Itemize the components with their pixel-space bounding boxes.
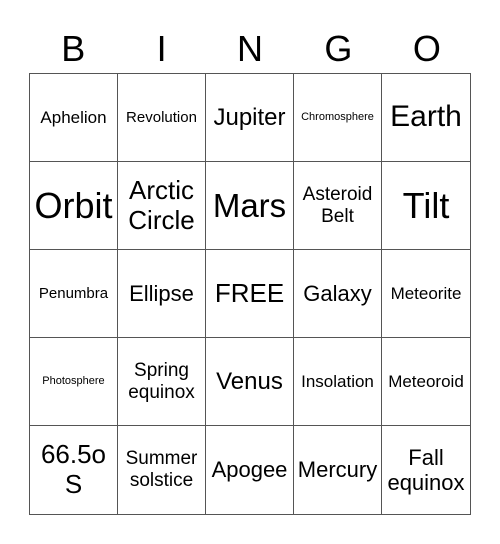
header-letter-i: I <box>156 28 167 69</box>
bingo-cell[interactable]: Summer solstice <box>118 426 206 514</box>
bingo-cell[interactable]: Arctic Circle <box>118 162 206 250</box>
header-letter-n: N <box>237 28 264 69</box>
header-letter-g: G <box>324 28 353 69</box>
bingo-cell[interactable]: Earth <box>382 74 470 162</box>
bingo-cell[interactable]: Jupiter <box>206 74 294 162</box>
bingo-cell[interactable]: Meteoroid <box>382 338 470 426</box>
bingo-header: B I N G O <box>29 26 471 72</box>
bingo-cell[interactable]: Penumbra <box>30 250 118 338</box>
bingo-cell[interactable]: Tilt <box>382 162 470 250</box>
bingo-cell[interactable]: Insolation <box>294 338 382 426</box>
bingo-cell[interactable]: Apogee <box>206 426 294 514</box>
bingo-cell[interactable]: Venus <box>206 338 294 426</box>
bingo-cell[interactable]: Aphelion <box>30 74 118 162</box>
bingo-cell[interactable]: Asteroid Belt <box>294 162 382 250</box>
header-letter-b: B <box>61 28 86 69</box>
bingo-cell[interactable]: Meteorite <box>382 250 470 338</box>
bingo-cell[interactable]: Orbit <box>30 162 118 250</box>
bingo-cell[interactable]: Fall equinox <box>382 426 470 514</box>
bingo-cell[interactable]: Ellipse <box>118 250 206 338</box>
bingo-cell[interactable]: Mercury <box>294 426 382 514</box>
bingo-cell[interactable]: 66.5o S <box>30 426 118 514</box>
bingo-cell[interactable]: Revolution <box>118 74 206 162</box>
header-letter-o: O <box>412 28 441 69</box>
bingo-cell[interactable]: Spring equinox <box>118 338 206 426</box>
bingo-cell[interactable]: Photosphere <box>30 338 118 426</box>
bingo-grid: Aphelion Revolution Jupiter Chromosphere Ear… <box>29 73 471 515</box>
bingo-cell[interactable]: Mars <box>206 162 294 250</box>
bingo-cell[interactable]: Galaxy <box>294 250 382 338</box>
bingo-cell[interactable]: Chromosphere <box>294 74 382 162</box>
bingo-cell-free[interactable]: FREE <box>206 250 294 338</box>
